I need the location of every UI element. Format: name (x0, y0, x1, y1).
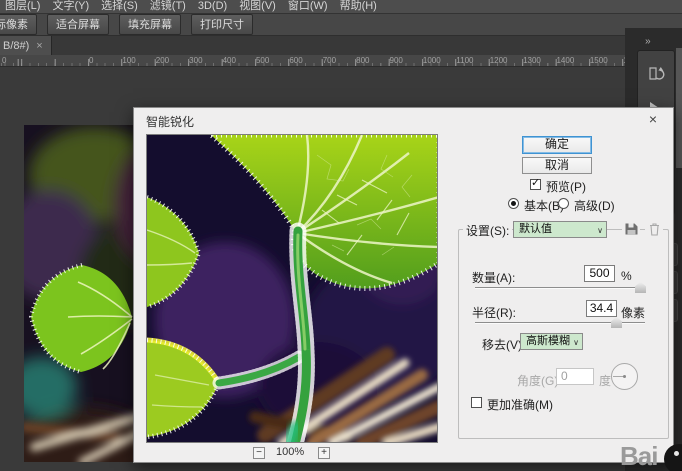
more-accurate-label[interactable]: 更加准确(M) (487, 396, 553, 413)
ruler-edge-label: 0 (2, 56, 6, 65)
chevron-down-icon: ∨ (597, 224, 603, 238)
angle-unit: 度 (599, 372, 611, 389)
watermark-logo-dot (674, 451, 679, 456)
ruler-label: 300 (189, 56, 222, 65)
ok-button[interactable]: 确定 (522, 136, 592, 154)
settings-dropdown[interactable]: 默认值 ∨ (513, 221, 607, 238)
angle-dial-center (623, 375, 626, 378)
radius-unit: 像素 (621, 304, 645, 321)
ruler-label: 800 (356, 56, 389, 65)
collapse-dock-icon[interactable]: « (645, 36, 651, 47)
tab-bar: B/8#) × (0, 36, 682, 55)
watermark-text: Bai (620, 441, 657, 471)
ruler-label: 1400 (556, 56, 589, 65)
photoshop-window: 图层(L) 文字(Y) 选择(S) 滤镜(T) 3D(D) 视图(V) 窗口(W) 帮助(H)… (0, 0, 682, 471)
menu-item[interactable]: 窗口(W) (288, 0, 328, 13)
tab-close-icon[interactable]: × (36, 40, 42, 52)
radius-input[interactable]: 34.4 (586, 300, 617, 317)
remove-dropdown-value: 高斯模糊 (526, 335, 570, 347)
ruler-label: 1000 (423, 56, 456, 65)
settings-dropdown-value: 默认值 (519, 223, 552, 235)
settings-group: 设置(S): 默认值 ∨ 数量(A): 500 % (458, 229, 669, 439)
preview-image[interactable] (146, 134, 438, 443)
angle-dial (611, 363, 638, 390)
angle-label: 角度(G): (517, 372, 562, 389)
cancel-button[interactable]: 取消 (522, 157, 592, 174)
ruler-label: 1100 (456, 56, 489, 65)
basic-radio[interactable] (508, 198, 519, 209)
remove-label: 移去(V): (482, 336, 525, 353)
radius-label: 半径(R): (472, 304, 516, 321)
delete-preset-icon[interactable] (645, 222, 663, 238)
preview-zoom-out-button[interactable]: − (253, 447, 265, 459)
options-button[interactable]: 适合屏幕 (47, 14, 109, 35)
menu-item[interactable]: 滤镜(T) (150, 0, 186, 13)
ruler-labels: 0100200300400500600700800900100011001200… (89, 56, 638, 65)
preview-checkbox-label[interactable]: 预览(P) (546, 178, 586, 195)
ruler-label: 0 (89, 56, 122, 65)
menu-item[interactable]: 视图(V) (239, 0, 276, 13)
options-bar: 际像素适合屏幕填充屏幕打印尺寸 (0, 14, 682, 36)
watermark: Bai (620, 441, 657, 471)
checkmark-icon: ✓ (531, 176, 540, 189)
preview-checkbox[interactable]: ✓ (530, 179, 541, 190)
dialog-close-icon[interactable]: × (644, 110, 662, 128)
ruler-label: 600 (289, 56, 322, 65)
more-accurate-checkbox[interactable] (471, 397, 482, 408)
menu-item[interactable]: 3D(D) (198, 0, 227, 13)
preview-zoom-level: 100% (276, 446, 304, 458)
amount-slider-thumb[interactable] (635, 282, 646, 293)
remove-dropdown[interactable]: 高斯模糊 ∨ (520, 333, 583, 350)
angle-input: 0 (556, 368, 594, 385)
horizontal-ruler: 0 01002003004005006007008009001000110012… (0, 55, 638, 67)
advanced-radio-label[interactable]: 高级(D) (574, 197, 615, 214)
chevron-down-icon: ∨ (573, 336, 579, 350)
ruler-label: 900 (390, 56, 423, 65)
history-panel-icon[interactable] (643, 59, 669, 87)
options-button[interactable]: 填充屏幕 (119, 14, 181, 35)
ruler-label: 700 (323, 56, 356, 65)
ruler-label: 200 (156, 56, 189, 65)
menu-item[interactable]: 图层(L) (5, 0, 40, 13)
preview-zoom-in-button[interactable]: + (318, 447, 330, 459)
dialog-title: 智能锐化 (146, 113, 194, 130)
menu-item[interactable]: 选择(S) (101, 0, 138, 13)
amount-slider-track[interactable] (475, 287, 645, 289)
options-button[interactable]: 打印尺寸 (191, 14, 253, 35)
advanced-radio[interactable] (558, 198, 569, 209)
menu-bar: 图层(L) 文字(Y) 选择(S) 滤镜(T) 3D(D) 视图(V) 窗口(W) 帮助(H) (0, 0, 682, 14)
ruler-label: 500 (256, 56, 289, 65)
amount-input[interactable]: 500 (584, 265, 615, 282)
amount-label: 数量(A): (472, 269, 515, 286)
dock-divider (676, 48, 682, 168)
ruler-label: 100 (122, 56, 155, 65)
ruler-label: 400 (223, 56, 256, 65)
smart-sharpen-dialog: 智能锐化 × (133, 107, 674, 463)
amount-unit: % (621, 269, 632, 283)
menu-item[interactable]: 帮助(H) (340, 0, 377, 13)
document-tab-label: B/8#) (3, 40, 29, 52)
ruler-label: 1500 (590, 56, 623, 65)
menu-item[interactable]: 文字(Y) (52, 0, 89, 13)
settings-label: 设置(S): (463, 222, 512, 239)
save-preset-icon[interactable] (622, 222, 640, 238)
document-tab[interactable]: B/8#) × (0, 36, 52, 55)
ruler-label: 1200 (490, 56, 523, 65)
ruler-label: 1300 (523, 56, 556, 65)
options-button[interactable]: 际像素 (0, 14, 37, 35)
